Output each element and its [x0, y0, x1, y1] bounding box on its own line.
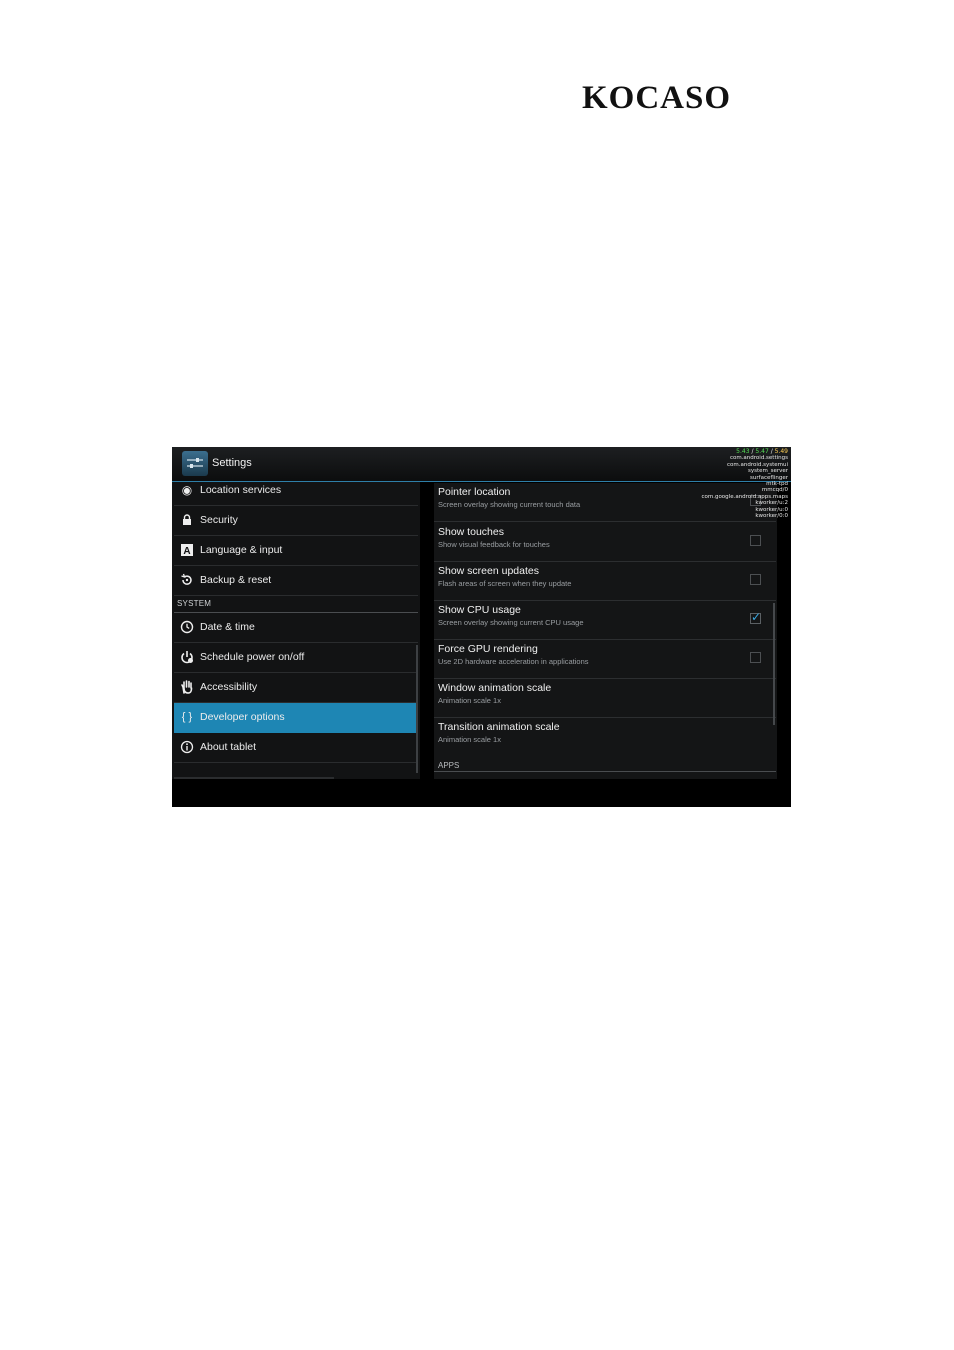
sidebar-item-label: About tablet [200, 741, 257, 753]
section-header-apps: APPS [438, 761, 460, 770]
pref-title: Transition animation scale [438, 721, 560, 733]
pref-window-animation-scale[interactable]: Window animation scale Animation scale 1… [434, 678, 776, 718]
app-title: Settings [212, 457, 252, 469]
info-icon [180, 740, 194, 754]
sidebar-item-label: Developer options [200, 711, 285, 723]
pref-summary: Use 2D hardware acceleration in applicat… [438, 657, 589, 666]
cpu-process: kworker/0:0 [755, 513, 788, 520]
pref-show-touches[interactable]: Show touches Show visual feedback for to… [434, 522, 776, 562]
cpu-load-5: 5.47 [755, 448, 769, 455]
sidebar-item-accessibility[interactable]: Accessibility [174, 673, 418, 703]
pref-summary: Animation scale 1x [438, 696, 501, 705]
developer-options-pane: Pointer location Screen overlay showing … [434, 483, 777, 779]
sidebar-item-label: Language & input [200, 544, 283, 556]
sidebar-item-developer-options[interactable]: { } Developer options [174, 703, 418, 733]
pref-force-gpu-rendering[interactable]: Force GPU rendering Use 2D hardware acce… [434, 639, 776, 679]
sidebar-item-label: Backup & reset [200, 574, 272, 586]
pref-summary: Animation scale 1x [438, 735, 501, 744]
pref-transition-animation-scale[interactable]: Transition animation scale Animation sca… [434, 717, 776, 756]
force-gpu-rendering-checkbox[interactable] [750, 652, 761, 663]
show-cpu-usage-checkbox[interactable]: ✓ [750, 610, 762, 624]
pref-title: Show CPU usage [438, 604, 521, 616]
sidebar-item-label: Security [200, 514, 238, 526]
sidebar-scrollbar[interactable] [416, 645, 418, 773]
checkmark-icon: ✓ [751, 610, 762, 624]
pref-summary: Show visual feedback for touches [438, 540, 550, 549]
cpu-load-1: 5.43 [736, 448, 750, 455]
backup-icon [180, 573, 194, 587]
sidebar-item-label: Schedule power on/off [200, 651, 305, 663]
svg-text:A: A [183, 546, 190, 557]
pref-summary: Screen overlay showing current CPU usage [438, 618, 584, 627]
power-schedule-icon [180, 650, 194, 664]
prefs-scrollbar[interactable] [773, 603, 775, 725]
sidebar-item-label: Date & time [200, 621, 255, 633]
pref-show-screen-updates[interactable]: Show screen updates Flash areas of scree… [434, 561, 776, 601]
section-divider [434, 771, 776, 772]
settings-headers-pane: ◉ Location services Security A Language … [172, 482, 420, 779]
cpu-usage-overlay: 5.43 / 5.47 / 5.49 com.android.settings … [701, 448, 788, 520]
section-header-system: SYSTEM [177, 599, 212, 608]
show-screen-updates-checkbox[interactable] [750, 574, 761, 585]
sidebar-item-security[interactable]: Security [174, 506, 418, 536]
keyboard-a-icon: A [180, 543, 194, 557]
pref-summary: Screen overlay showing current touch dat… [438, 500, 581, 509]
hand-icon [180, 680, 194, 694]
pref-title: Force GPU rendering [438, 643, 538, 655]
sidebar-item-backup-reset[interactable]: Backup & reset [174, 566, 418, 596]
sidebar-item-label: Accessibility [200, 681, 258, 693]
pref-title: Window animation scale [438, 682, 552, 694]
sidebar-item-label: Location services [200, 484, 282, 496]
braces-icon: { } [181, 711, 193, 723]
pref-show-cpu-usage[interactable]: Show CPU usage Screen overlay showing cu… [434, 600, 776, 640]
clock-icon [180, 620, 194, 634]
kocaso-logo: KOCASO [582, 80, 732, 116]
pref-summary: Flash areas of screen when they update [438, 579, 572, 588]
settings-app-icon[interactable] [182, 451, 208, 476]
sidebar-item-language-input[interactable]: A Language & input [174, 536, 418, 566]
sidebar-item-schedule-power[interactable]: Schedule power on/off [174, 643, 418, 673]
pref-title: Show touches [438, 526, 504, 538]
sidebar-item-location-services[interactable]: ◉ Location services [174, 476, 418, 506]
show-touches-checkbox[interactable] [750, 535, 761, 546]
cpu-load-15: 5.49 [774, 448, 788, 455]
sidebar-item-date-time[interactable]: Date & time [174, 613, 418, 643]
system-navigation-bar [172, 780, 791, 807]
sidebar-bottom-divider [174, 777, 334, 779]
pref-title: Pointer location [438, 486, 511, 498]
tablet-screen: Settings 5.43 / 5.47 / 5.49 com.android.… [172, 447, 791, 807]
pref-title: Show screen updates [438, 565, 539, 577]
lock-icon [180, 513, 194, 527]
sidebar-item-about-tablet[interactable]: About tablet [174, 733, 418, 763]
location-icon: ◉ [181, 483, 193, 497]
